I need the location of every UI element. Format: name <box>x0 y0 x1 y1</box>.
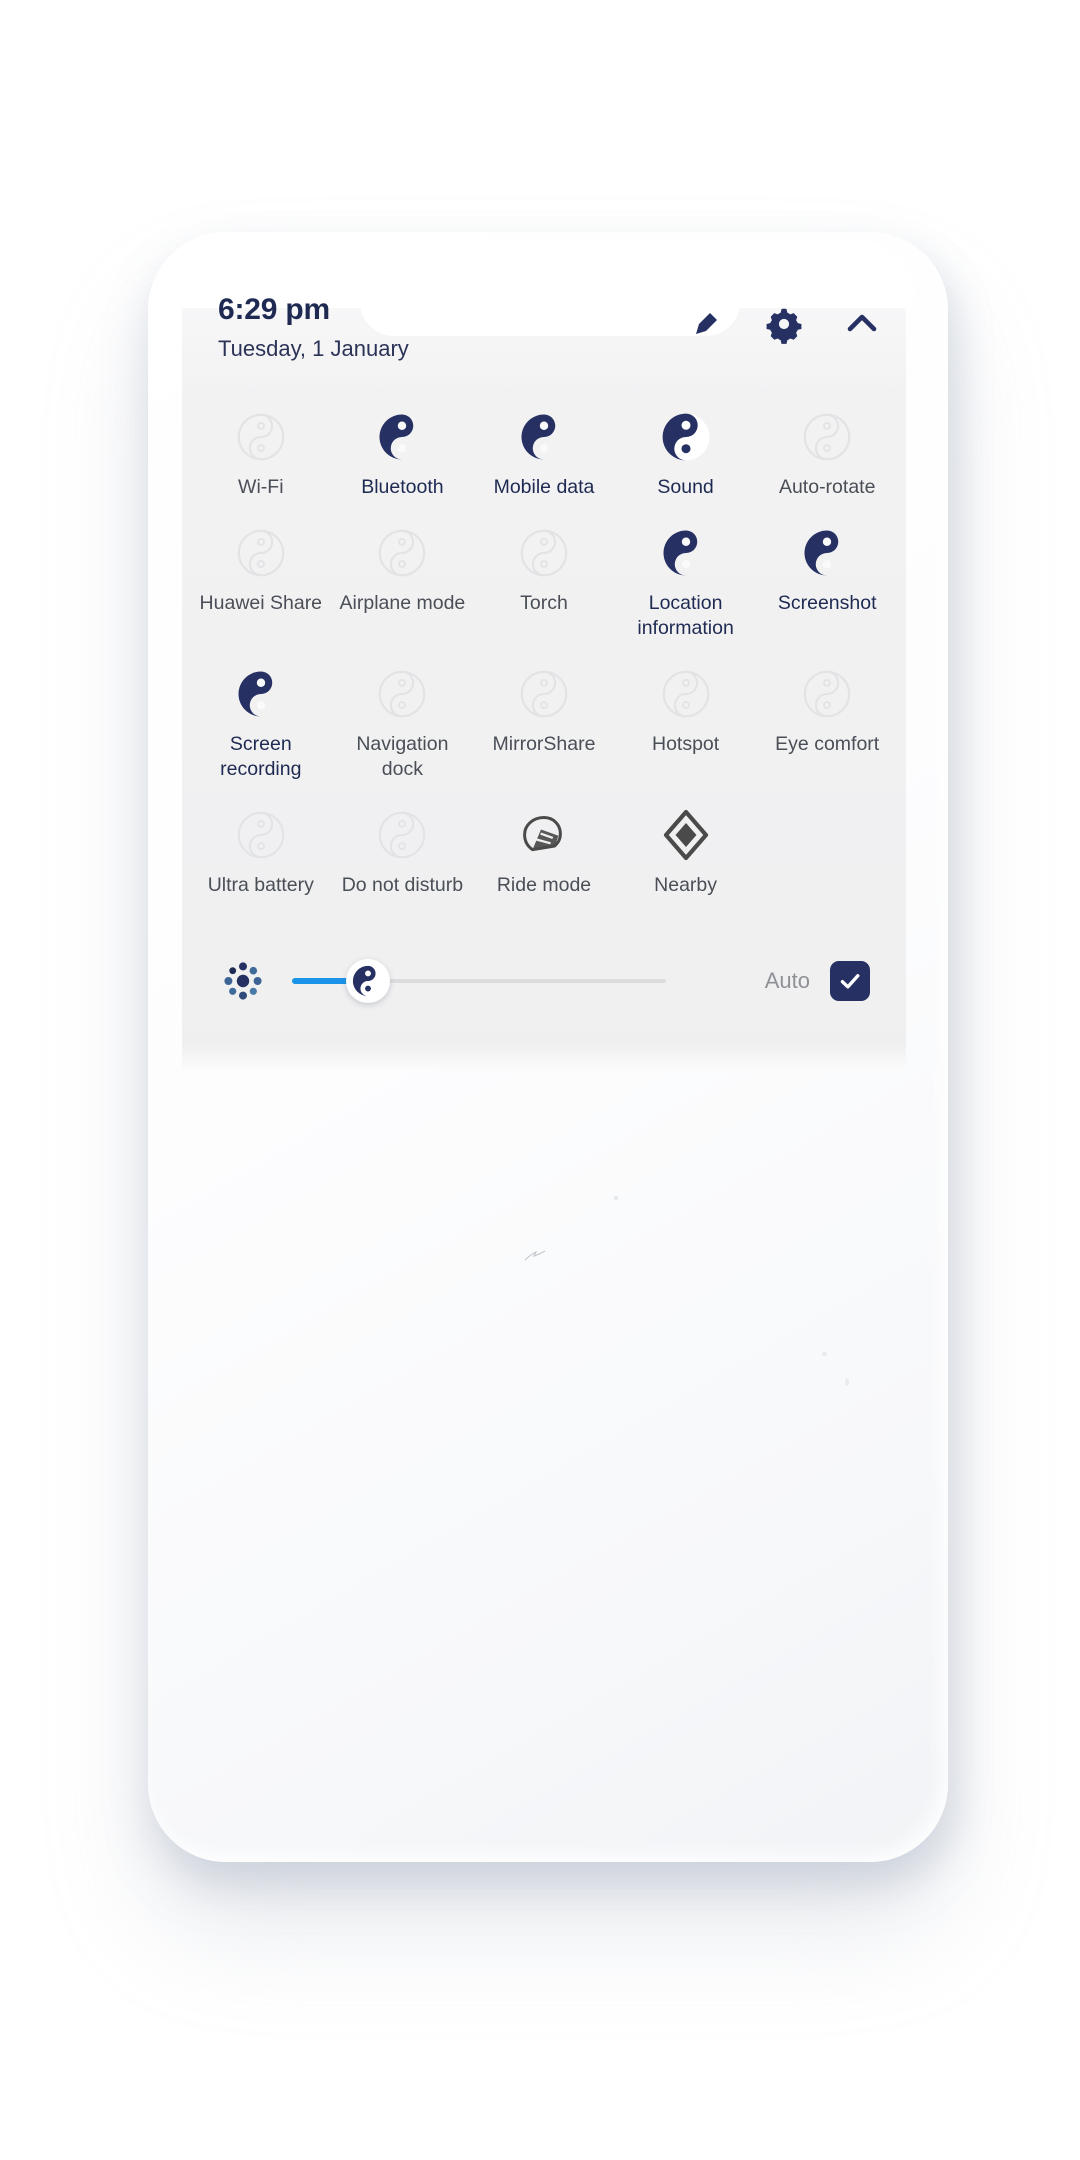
yin-yang-icon <box>520 670 568 718</box>
quick-setting-tile[interactable]: Ultra battery <box>190 790 332 902</box>
screen-smudge-mark <box>524 1250 546 1261</box>
quick-setting-tile-label: Ride mode <box>496 874 592 896</box>
quick-setting-tile-label: Auto-rotate <box>778 476 876 498</box>
chevron-up-icon[interactable] <box>842 304 882 344</box>
quick-setting-tile-label: Airplane mode <box>339 592 466 614</box>
gear-icon[interactable] <box>764 304 804 344</box>
quick-setting-tile[interactable]: Screenshot <box>756 508 898 645</box>
yin-yang-icon <box>352 965 383 997</box>
quick-setting-tile-label: Wi-Fi <box>238 476 284 498</box>
diamond-icon <box>663 809 708 861</box>
yin-yang-icon <box>803 413 851 461</box>
status-bar-date: Tuesday, 1 January <box>218 336 409 361</box>
quick-setting-tile[interactable]: Auto-rotate <box>756 392 898 504</box>
quick-setting-tile[interactable]: Bluetooth <box>332 392 474 504</box>
auto-brightness-group: Auto <box>765 961 870 1001</box>
quick-setting-tile[interactable]: MirrorShare <box>473 649 615 786</box>
yin-yang-icon <box>521 414 556 460</box>
quick-setting-tile[interactable]: Ride mode <box>473 790 615 902</box>
quick-setting-tile-label: Mobile data <box>493 476 595 498</box>
check-icon <box>840 974 860 989</box>
quick-setting-tile[interactable]: Wi-Fi <box>190 392 332 504</box>
quick-setting-tile-label: Ultra battery <box>207 874 314 896</box>
yin-yang-icon <box>803 670 851 718</box>
edit-icon[interactable] <box>686 304 726 344</box>
brightness-slider-fill <box>292 978 352 984</box>
quick-setting-tile-label: Huawei Share <box>199 592 323 614</box>
quick-setting-tile[interactable]: Do not disturb <box>332 790 474 902</box>
quick-setting-tile-label: Screenshot <box>777 592 877 614</box>
header-action-buttons <box>686 304 882 344</box>
clock-block: 6:29 pm Tuesday, 1 January <box>218 292 409 365</box>
quick-setting-tile[interactable]: Torch <box>473 508 615 645</box>
quick-setting-tile-label: Location information <box>637 592 734 639</box>
yin-yang-icon <box>379 811 426 859</box>
yin-yang-icon <box>237 529 285 577</box>
brightness-row: Auto <box>182 938 906 1024</box>
quick-setting-tile-label: Sound <box>657 476 714 498</box>
yin-yang-icon <box>238 671 273 717</box>
yin-yang-icon <box>379 529 426 577</box>
quick-setting-tile-label: Screen recording <box>220 733 302 780</box>
quick-setting-tile-label: Hotspot <box>651 733 720 755</box>
quick-setting-tile[interactable]: Huawei Share <box>190 508 332 645</box>
screen-speck <box>845 1378 849 1386</box>
quick-setting-tile[interactable]: Navigation dock <box>332 649 474 786</box>
quick-settings-panel: 6:29 pm Tuesday, 1 January Wi-Fi Bluetoo… <box>182 252 906 1070</box>
status-bar-time: 6:29 pm <box>218 293 330 326</box>
quick-settings-tile-grid: Wi-Fi Bluetooth Mobile data Sound Auto-r… <box>190 392 898 902</box>
yin-yang-icon <box>379 670 426 718</box>
quick-setting-tile[interactable]: Hotspot <box>615 649 757 786</box>
quick-settings-header: 6:29 pm Tuesday, 1 January <box>182 292 906 388</box>
yin-yang-icon <box>379 414 414 460</box>
quick-setting-tile[interactable]: Airplane mode <box>332 508 474 645</box>
quick-setting-tile-label: Navigation dock <box>356 733 449 780</box>
yin-yang-icon <box>237 413 285 461</box>
yin-yang-icon <box>237 811 285 859</box>
helmet-icon <box>523 816 562 852</box>
brightness-slider[interactable] <box>292 958 666 1004</box>
quick-setting-tile-label: Torch <box>520 592 568 614</box>
quick-setting-tile-label: Nearby <box>654 874 718 896</box>
quick-setting-tile[interactable]: Screen recording <box>190 649 332 786</box>
panel-bottom-fade <box>182 1044 906 1070</box>
quick-setting-tile[interactable]: Nearby <box>615 790 757 902</box>
quick-setting-tile-label: Do not disturb <box>341 874 464 896</box>
screen-speck <box>822 1352 827 1356</box>
quick-setting-tile-label: Bluetooth <box>361 476 444 498</box>
quick-setting-tile[interactable]: Eye comfort <box>756 649 898 786</box>
brightness-slider-thumb[interactable] <box>345 959 390 1003</box>
brightness-dots-icon <box>224 962 262 1000</box>
yin-yang-icon <box>804 530 839 576</box>
auto-brightness-label: Auto <box>764 968 810 993</box>
quick-setting-tile-label: Eye comfort <box>775 733 880 755</box>
quick-setting-tile[interactable]: Location information <box>615 508 757 645</box>
quick-setting-tile[interactable]: Sound <box>615 392 757 504</box>
quick-setting-tile-label: MirrorShare <box>492 733 596 755</box>
yin-yang-icon <box>663 530 697 576</box>
quick-setting-tile[interactable]: Mobile data <box>473 392 615 504</box>
yin-yang-filled-icon <box>662 413 709 461</box>
auto-brightness-checkbox[interactable] <box>830 961 870 1001</box>
yin-yang-icon <box>520 529 568 577</box>
screen-speck <box>614 1196 618 1200</box>
yin-yang-icon <box>662 670 709 718</box>
